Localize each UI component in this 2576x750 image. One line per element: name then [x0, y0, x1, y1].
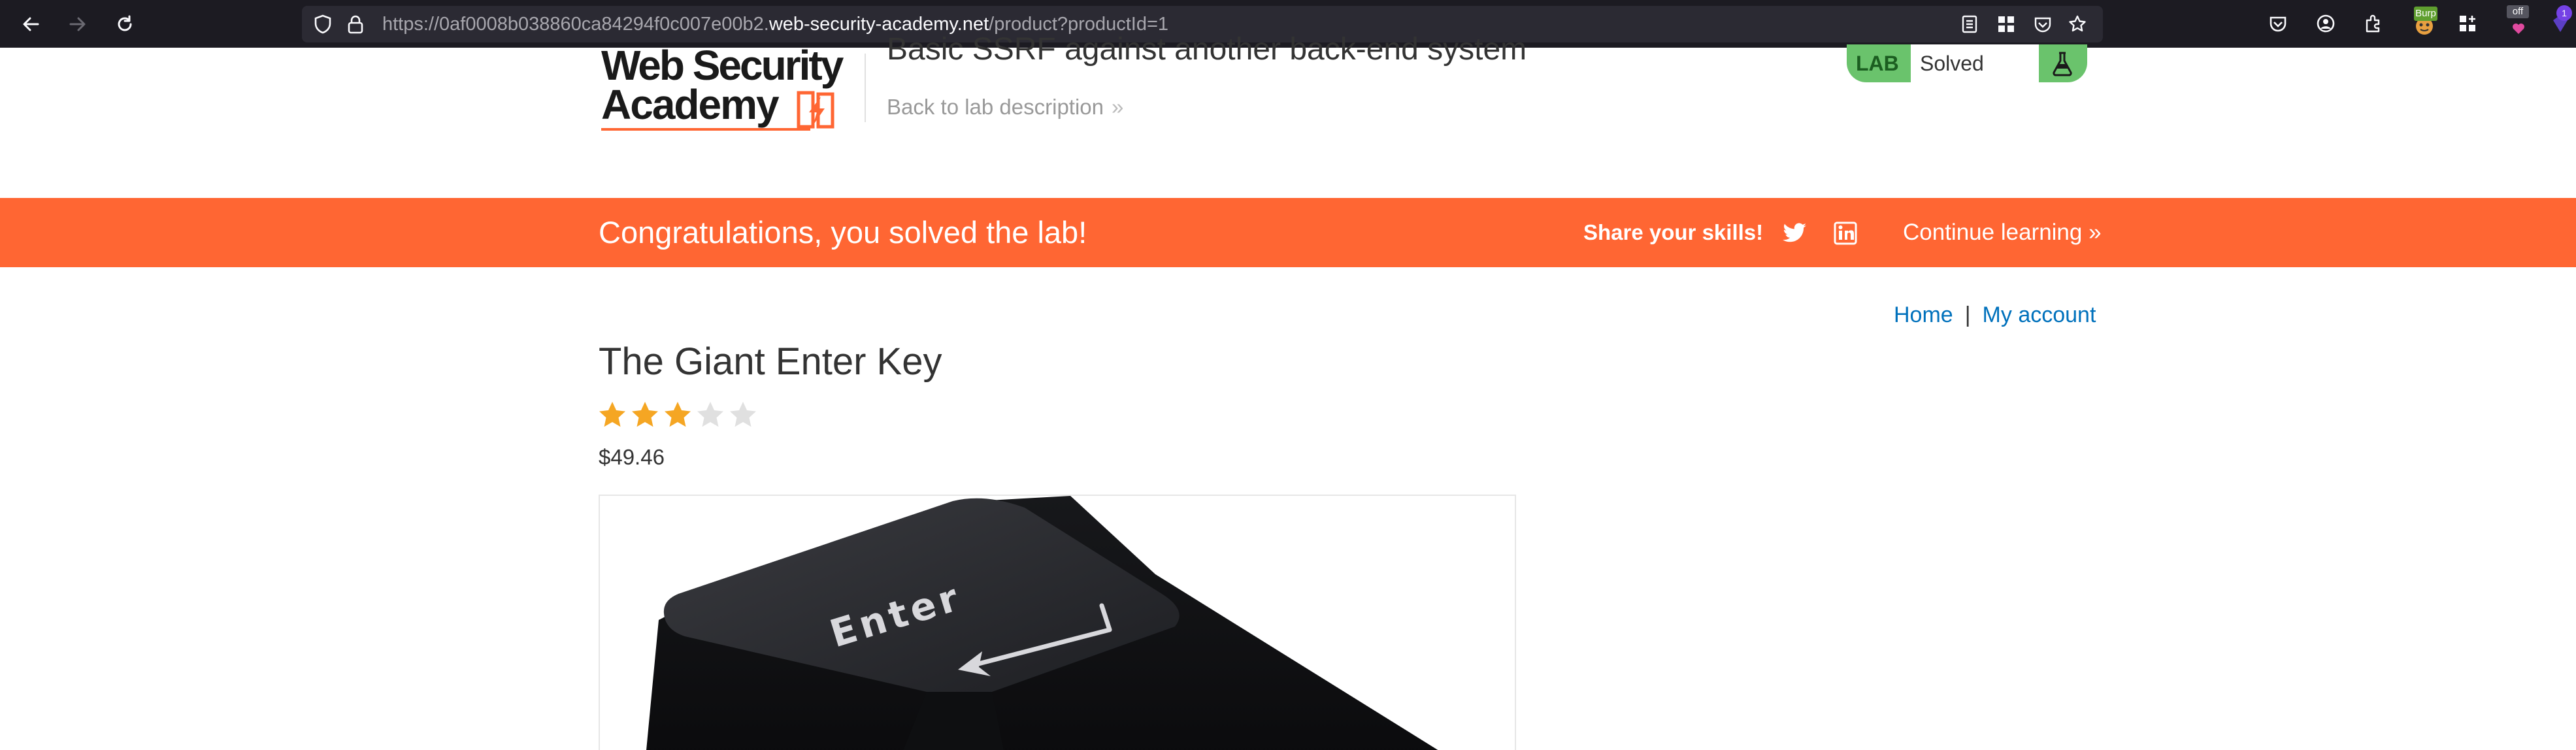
shield-icon[interactable]: [312, 14, 333, 35]
extension-toggle-icon[interactable]: [2508, 20, 2529, 38]
logo-line-2: Academy: [601, 81, 780, 128]
extensions-icon[interactable]: [2362, 13, 2383, 34]
star-filled-icon: [632, 402, 658, 427]
account-icon[interactable]: [2315, 13, 2336, 34]
logo-line-1: Web Security: [601, 42, 844, 89]
reader-view-icon[interactable]: [1960, 15, 1979, 33]
product-title: The Giant Enter Key: [599, 340, 942, 383]
logo-underline: [601, 128, 810, 131]
grid-icon[interactable]: [1997, 15, 2015, 33]
web-security-academy-logo[interactable]: Web Security Academy: [601, 44, 860, 133]
lab-title: Basic SSRF against another back-end syst…: [887, 32, 1527, 67]
share-skills-label: Share your skills!: [1583, 220, 1764, 244]
linkedin-icon[interactable]: [1832, 220, 1859, 247]
congratulations-banner: Congratulations, you solved the lab! Sha…: [0, 198, 2576, 267]
pocket-icon[interactable]: [2034, 15, 2052, 33]
lab-status-text: Solved: [1911, 44, 2039, 82]
star-empty-icon: [697, 402, 723, 427]
off-badge: off: [2507, 5, 2529, 18]
apps-grid-icon[interactable]: [2457, 13, 2478, 34]
nav-separator: |: [1964, 302, 1971, 327]
reload-icon[interactable]: [110, 9, 140, 39]
star-filled-icon: [665, 402, 691, 427]
chevron-right-icon: »: [2089, 220, 2102, 245]
pocket-save-icon[interactable]: [2268, 13, 2288, 34]
chevron-right-icon: »: [1112, 95, 1124, 119]
star-filled-icon: [599, 402, 625, 427]
lab-badge: LAB: [1856, 52, 1899, 75]
twitter-icon[interactable]: [1781, 220, 1809, 247]
flask-icon: [2044, 48, 2081, 78]
back-arrow-icon[interactable]: [16, 9, 46, 39]
bookmark-star-icon[interactable]: [2068, 14, 2087, 34]
congratulations-message: Congratulations, you solved the lab!: [599, 215, 1087, 250]
lab-status-widget: LAB Solved: [1847, 44, 2087, 82]
logo-bolt-icon: [797, 91, 834, 129]
product-image: Enter: [599, 495, 1516, 750]
star-rating: [597, 400, 758, 432]
continue-learning-link[interactable]: Continue learning »: [1903, 198, 2102, 267]
notification-count: 1: [2556, 5, 2572, 21]
burp-badge: Burp: [2414, 7, 2437, 21]
lock-icon[interactable]: [345, 14, 366, 35]
home-link[interactable]: Home: [1894, 302, 1953, 327]
product-price: $49.46: [599, 445, 665, 469]
back-link-label[interactable]: Back to lab description: [887, 95, 1104, 119]
my-account-link[interactable]: My account: [1983, 302, 2096, 327]
header-divider: [865, 54, 866, 122]
forward-arrow-icon[interactable]: [63, 9, 93, 39]
continue-learning-label[interactable]: Continue learning: [1903, 220, 2082, 245]
star-empty-icon: [730, 402, 756, 427]
back-to-lab-link[interactable]: Back to lab description »: [887, 95, 1123, 120]
giant-enter-key-image: Enter: [646, 496, 1438, 750]
top-navigation: Home | My account: [1894, 302, 2096, 328]
